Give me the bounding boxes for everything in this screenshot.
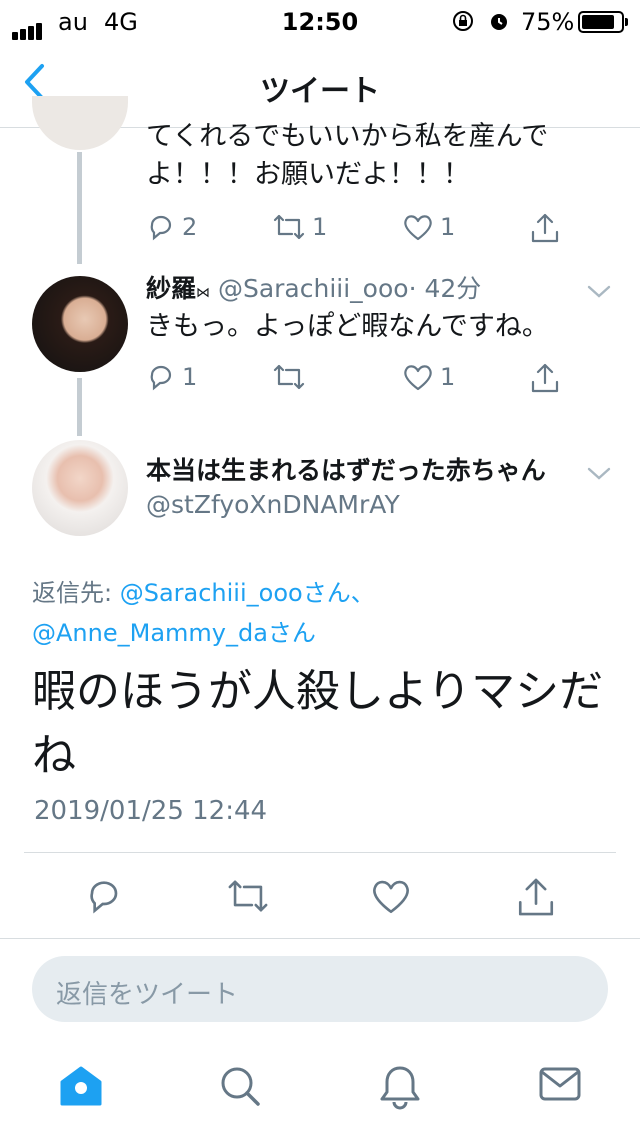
divider [24,852,616,853]
retweet-icon [273,364,305,390]
status-bar: au 4G 12:50 75% [0,0,640,40]
chevron-down-icon[interactable] [586,466,612,482]
avatar[interactable] [32,440,128,536]
reply-context: @Anne_Mammy_daさん [32,612,316,654]
tweet-time: · 42分 [408,274,482,303]
like-count: 1 [440,213,456,241]
share-icon [531,363,559,393]
retweet-icon[interactable] [226,876,270,916]
tweet-actions: 1 1 [0,362,640,402]
avatar[interactable] [32,96,128,150]
avatar[interactable] [32,276,128,372]
display-name[interactable]: 紗羅 [146,274,196,303]
home-icon[interactable] [58,1064,104,1108]
like-button[interactable]: 1 [402,362,455,392]
chevron-down-icon[interactable] [586,284,612,300]
reply-compose-input[interactable]: 返信をツイート [32,956,608,1022]
tweet-header: 紗羅⋈ @Sarachiii_ooo· 42分 [146,270,481,312]
display-name[interactable]: 本当は生まれるはずだった赤ちゃん [146,452,546,490]
rotation-lock-icon [453,11,473,31]
retweet-button[interactable] [272,362,312,392]
search-icon[interactable] [218,1064,262,1108]
retweet-icon [273,214,305,240]
heart-icon[interactable] [370,876,412,916]
reply-button[interactable]: 1 [146,362,197,392]
reply-to-user-link[interactable]: @Sarachiii_oooさん、 [120,579,375,607]
share-icon[interactable] [516,876,556,918]
reply-count: 2 [182,213,198,241]
tweet-text-line: よ！！！お願いだよ！！！ [146,159,470,190]
reply-icon [150,215,172,241]
reply-count: 1 [182,363,198,391]
name-emoji: ⋈ [196,285,211,301]
tweet-body: 暇のほうが人殺しよりマシだ ね [32,660,612,788]
share-button[interactable] [530,212,560,244]
notifications-icon[interactable] [378,1064,422,1110]
heart-icon [404,365,432,391]
heart-icon [404,215,432,241]
messages-icon[interactable] [538,1064,582,1104]
reply-context: 返信先: @Sarachiii_oooさん、 [32,572,375,614]
reply-to-label: 返信先: [32,579,120,607]
tweet-actions: 2 1 1 [0,212,640,252]
battery-icon [578,11,628,33]
retweet-button[interactable]: 1 [272,212,327,242]
user-handle[interactable]: @stZfyoXnDNAMrAY [146,486,400,524]
user-handle[interactable]: @Sarachiii_ooo [218,274,409,303]
alarm-icon [491,14,507,30]
tweet-body-line: ね [32,730,76,781]
share-button[interactable] [530,362,560,394]
compose-placeholder: 返信をツイート [56,980,239,1010]
tweet-text: きもっ。よっぽど暇なんですね。 [146,311,549,342]
divider [0,938,640,939]
reply-to-user-link[interactable]: @Anne_Mammy_daさん [32,619,316,647]
like-count: 1 [440,363,456,391]
tweet-text-line: てくれるでもいいから私を産んで [146,121,549,152]
tab-bar [0,1046,640,1136]
reply-icon[interactable] [84,876,124,916]
battery-percent: 75% [521,8,575,36]
tweet-timestamp: 2019/01/25 12:44 [34,796,268,826]
retweet-count: 1 [312,213,328,241]
display-name-text: 本当は生まれるはずだった赤ちゃん [146,456,546,485]
reply-button[interactable]: 2 [146,212,197,242]
reply-icon [150,365,172,391]
tweet-body-line: 暇のほうが人殺しよりマシだ [32,666,604,717]
share-icon [531,213,559,243]
like-button[interactable]: 1 [402,212,455,242]
